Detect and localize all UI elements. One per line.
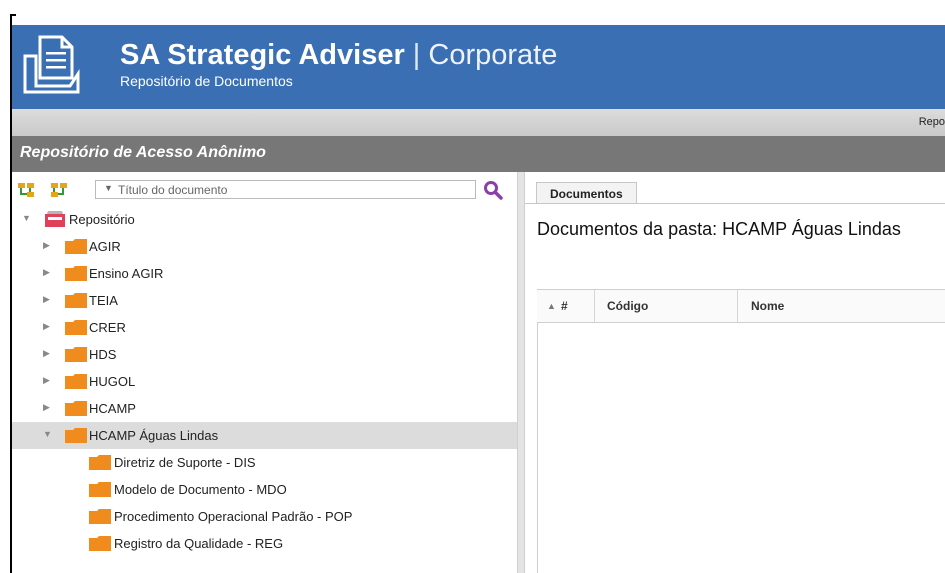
- folder-icon: [65, 320, 87, 335]
- tree-item-hcamp-aguas-lindas[interactable]: ▼ HCAMP Águas Lindas: [12, 422, 517, 449]
- tree-item-diretriz-de-suporte[interactable]: Diretriz de Suporte - DIS: [12, 449, 517, 476]
- document-folder-icon: [23, 35, 80, 94]
- app-title-main: SA Strategic Adviser: [120, 39, 405, 71]
- column-separator: [737, 290, 738, 322]
- tree-item-label: HCAMP: [89, 401, 136, 416]
- tree-item-label: Ensino AGIR: [89, 266, 164, 281]
- expand-tree-icon[interactable]: [17, 182, 35, 198]
- documents-panel: Documentos Documentos da pasta: HCAMP Ág…: [525, 172, 945, 573]
- column-codigo[interactable]: Código: [607, 290, 648, 322]
- folder-icon: [89, 455, 111, 470]
- collapsed-arrow-icon[interactable]: ▶: [43, 402, 50, 413]
- app-title-separator: |: [404, 39, 429, 71]
- repository-icon: [45, 211, 65, 227]
- folder-icon: [65, 347, 87, 362]
- collapsed-arrow-icon[interactable]: ▶: [43, 294, 50, 305]
- folder-icon: [65, 266, 87, 281]
- app-title-edition: Corporate: [428, 39, 558, 71]
- search-filter-caret-icon[interactable]: ▼: [104, 183, 113, 193]
- collapsed-arrow-icon[interactable]: ▶: [43, 375, 50, 386]
- tree-item-crer[interactable]: ▶ CRER: [12, 314, 517, 341]
- documents-grid-header: ▲ # Código Nome: [537, 289, 945, 323]
- tree-item-label: Procedimento Operacional Padrão - POP: [114, 509, 353, 524]
- tree-item-label: HCAMP Águas Lindas: [89, 428, 219, 443]
- tree-item-hugol[interactable]: ▶ HUGOL: [12, 368, 517, 395]
- tree-item-label: TEIA: [89, 293, 118, 308]
- tree-item-procedimento-operacional-padrao[interactable]: Procedimento Operacional Padrão - POP: [12, 503, 517, 530]
- tree-item-label: AGIR: [89, 239, 121, 254]
- search-input[interactable]: [118, 182, 468, 197]
- expanded-arrow-icon[interactable]: ▼: [43, 429, 52, 439]
- tree-item-ensino-agir[interactable]: ▶ Ensino AGIR: [12, 260, 517, 287]
- collapsed-arrow-icon[interactable]: ▶: [43, 240, 50, 251]
- section-bar: Repositório de Acesso Anônimo: [12, 136, 945, 172]
- tree-panel: ▼ ▼ Repositório ▶ AGIR: [12, 172, 517, 573]
- tab-documentos[interactable]: Documentos: [536, 182, 637, 204]
- folder-icon: [65, 293, 87, 308]
- tree-item-label: Registro da Qualidade - REG: [114, 536, 284, 551]
- section-title: Repositório de Acesso Anônimo: [20, 144, 266, 161]
- app-title: SA Strategic Adviser | Corporate: [120, 38, 557, 72]
- tree-item-label: Repositório: [69, 212, 135, 227]
- toolbar-menu-item[interactable]: Repo: [919, 116, 945, 128]
- app-subtitle: Repositório de Documentos: [120, 73, 293, 89]
- tree-item-label: HDS: [89, 347, 117, 362]
- folder-icon: [89, 509, 111, 524]
- tree-item-label: Modelo de Documento - MDO: [114, 482, 287, 497]
- tree-item-repositorio[interactable]: ▼ Repositório: [12, 206, 517, 233]
- grid-border: [537, 289, 538, 573]
- column-separator: [594, 290, 595, 322]
- tree-item-label: Diretriz de Suporte - DIS: [114, 455, 256, 470]
- sort-ascending-icon[interactable]: ▲: [547, 290, 556, 322]
- window-corner-tick: [10, 14, 16, 16]
- app-header: SA Strategic Adviser | Corporate Reposit…: [12, 25, 945, 109]
- tree-item-teia[interactable]: ▶ TEIA: [12, 287, 517, 314]
- documents-folder-heading: Documentos da pasta: HCAMP Águas Lindas: [537, 219, 901, 239]
- collapsed-arrow-icon[interactable]: ▶: [43, 321, 50, 332]
- app: SA Strategic Adviser | Corporate Reposit…: [12, 25, 945, 573]
- column-number[interactable]: #: [561, 290, 568, 322]
- tree-item-hds[interactable]: ▶ HDS: [12, 341, 517, 368]
- document-search-field: ▼: [95, 180, 476, 199]
- collapsed-arrow-icon[interactable]: ▶: [43, 348, 50, 359]
- tree-item-hcamp[interactable]: ▶ HCAMP: [12, 395, 517, 422]
- folder-icon: [65, 428, 87, 443]
- tree-item-modelo-de-documento[interactable]: Modelo de Documento - MDO: [12, 476, 517, 503]
- tab-divider: [525, 203, 945, 204]
- tree-item-label: HUGOL: [89, 374, 136, 389]
- expanded-arrow-icon[interactable]: ▼: [22, 213, 31, 223]
- tree-item-agir[interactable]: ▶ AGIR: [12, 233, 517, 260]
- folder-icon: [89, 482, 111, 497]
- collapsed-arrow-icon[interactable]: ▶: [43, 267, 50, 278]
- folder-icon: [65, 401, 87, 416]
- top-toolbar: Repo: [12, 109, 945, 136]
- tree-item-registro-da-qualidade[interactable]: Registro da Qualidade - REG: [12, 530, 517, 557]
- search-icon[interactable]: [483, 180, 503, 200]
- folder-icon: [89, 536, 111, 551]
- column-nome[interactable]: Nome: [751, 290, 784, 322]
- folder-icon: [65, 374, 87, 389]
- tree-item-label: CRER: [89, 320, 126, 335]
- collapse-tree-icon[interactable]: [50, 182, 68, 198]
- folder-icon: [65, 239, 87, 254]
- panel-splitter[interactable]: [517, 172, 525, 573]
